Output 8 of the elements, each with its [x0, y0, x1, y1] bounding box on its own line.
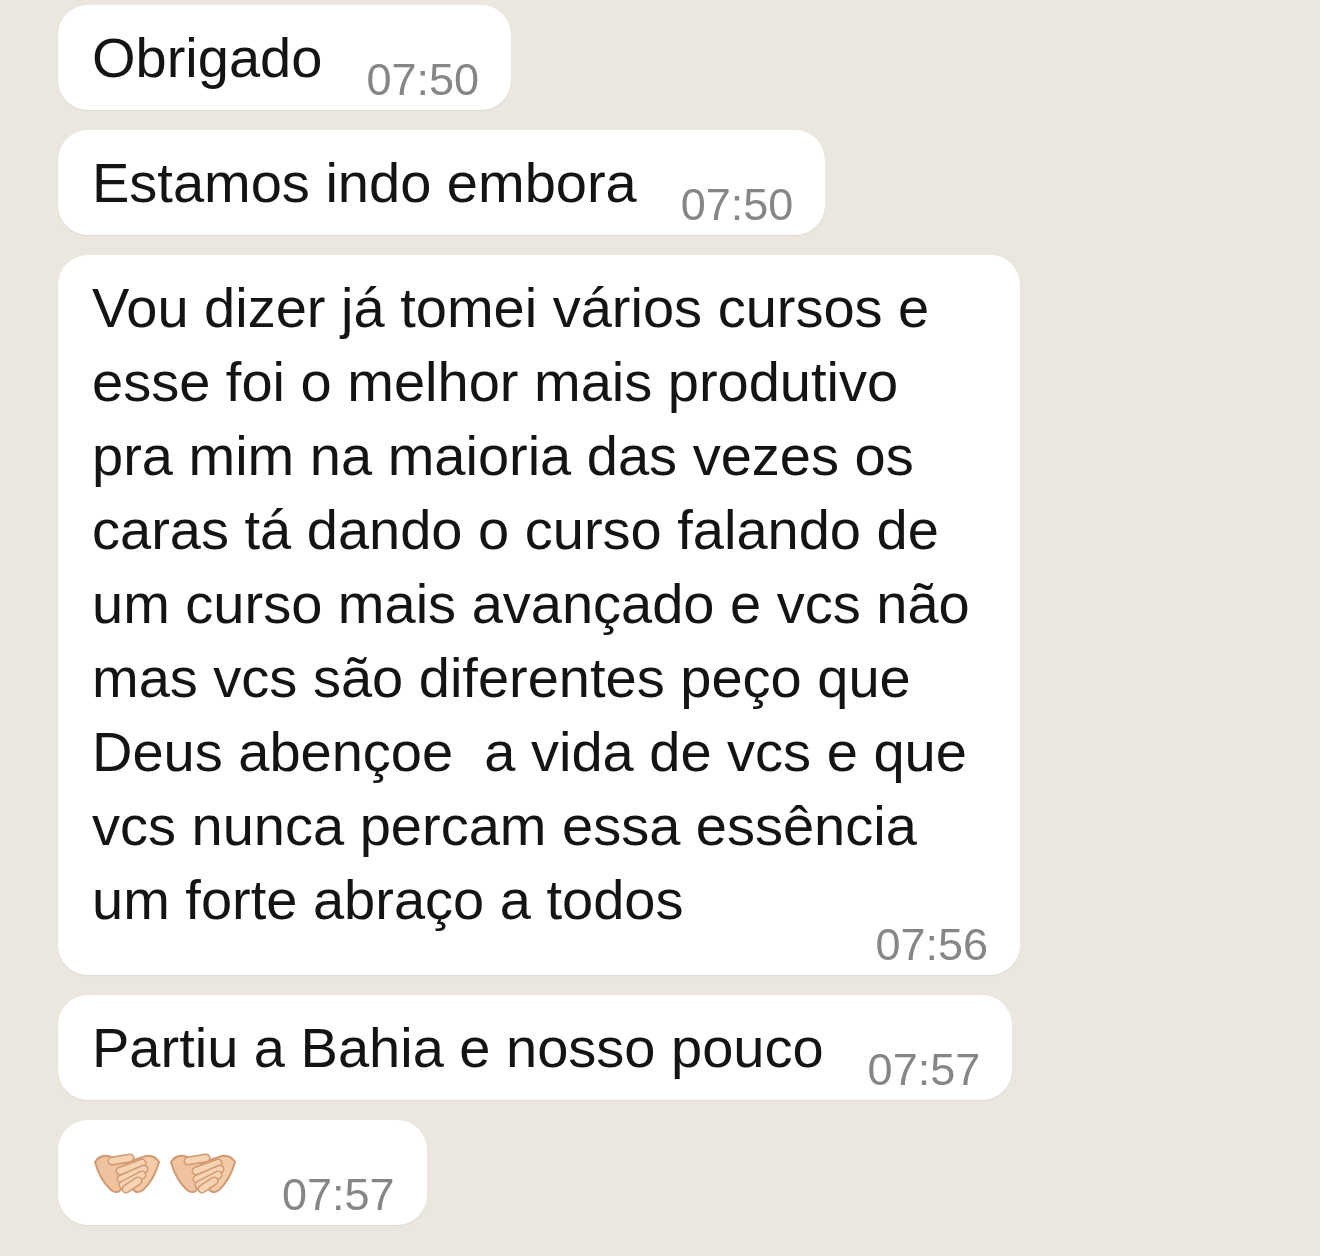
message-text: Estamos indo embora — [92, 150, 637, 216]
message-time: 07:57 — [282, 1177, 395, 1213]
message-text: Partiu a Bahia e nosso pouco — [92, 1015, 824, 1081]
message-time: 07:50 — [366, 62, 479, 98]
message-text: Obrigado — [92, 25, 323, 91]
message-time: 07:56 — [875, 927, 988, 963]
message-time: 07:57 — [867, 1052, 981, 1088]
message-time: 07:50 — [680, 187, 794, 223]
